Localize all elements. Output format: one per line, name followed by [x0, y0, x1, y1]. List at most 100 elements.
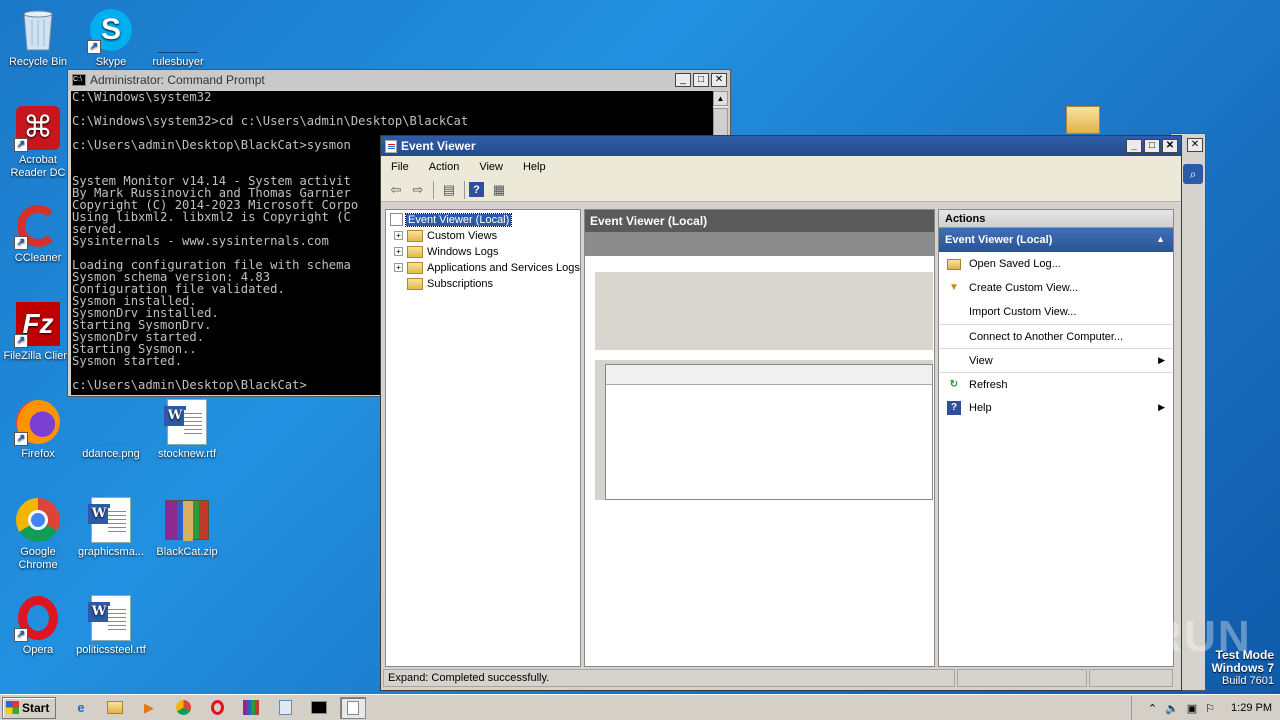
taskbar-notepad-icon[interactable] [272, 697, 298, 719]
taskbar-winrar-icon[interactable] [238, 697, 264, 719]
center-pane[interactable]: Event Viewer (Local) [584, 209, 935, 667]
action-create-custom-view[interactable]: ▼ Create Custom View... [939, 276, 1173, 300]
desktop-icon-label: stocknew.rtf [157, 448, 217, 460]
close-button[interactable]: ✕ [711, 73, 727, 87]
tree-item-custom-views[interactable]: + Custom Views [394, 228, 497, 243]
windows-logo-icon [6, 701, 19, 714]
scroll-up-icon[interactable]: ▲ [713, 91, 728, 106]
action-connect-another-computer[interactable]: Connect to Another Computer... [939, 324, 1173, 348]
taskbar-cmd-icon[interactable] [306, 697, 332, 719]
desktop-icon-rulesbuyer[interactable]: rulesbuyer [140, 6, 216, 69]
taskbar-ie-icon[interactable]: e [68, 697, 94, 719]
action-import-custom-view[interactable]: Import Custom View... [939, 300, 1173, 324]
tree-root[interactable]: Event Viewer (Local) [390, 212, 513, 227]
scroll-thumb[interactable] [713, 108, 728, 136]
desktop-icon-skype[interactable]: S ↗ Skype [73, 6, 149, 69]
help-icon[interactable]: ? [469, 182, 484, 197]
summary-list[interactable] [605, 364, 933, 500]
menu-view[interactable]: View [469, 161, 513, 173]
action-refresh[interactable]: ↻ Refresh [939, 372, 1173, 396]
tree-item-windows-logs[interactable]: + Windows Logs [394, 244, 499, 259]
ccleaner-icon: ↗ [14, 202, 62, 250]
show-hide-tree-icon[interactable]: ▤ [438, 180, 460, 200]
desktop-icon-blackcat-zip[interactable]: BlackCat.zip [149, 496, 225, 559]
shortcut-arrow-icon: ↗ [87, 40, 101, 54]
back-arrow-icon[interactable]: ⇦ [385, 180, 407, 200]
desktop-icon-acrobat[interactable]: ⌘ ↗ Acrobat Reader DC [0, 104, 76, 180]
close-button[interactable]: ✕ [1187, 138, 1203, 152]
desktop-icon-politicssteel[interactable]: W politicssteel.rtf [73, 594, 149, 657]
show-hide-action-pane-icon[interactable]: ▦ [488, 180, 510, 200]
desktop-icon-label: BlackCat.zip [156, 546, 218, 558]
shortcut-arrow-icon: ↗ [14, 628, 28, 642]
navigation-tree[interactable]: Event Viewer (Local) + Custom Views + Wi… [385, 209, 581, 667]
cmd-titlebar[interactable]: C:\ Administrator: Command Prompt _ □ ✕ [68, 70, 730, 90]
expand-icon[interactable]: + [394, 231, 403, 240]
ev-titlebar[interactable]: Event Viewer _ □ ✕ [381, 136, 1181, 156]
expand-icon[interactable]: + [394, 247, 403, 256]
close-button[interactable]: ✕ [1162, 139, 1178, 153]
minimize-button[interactable]: _ [1126, 139, 1142, 153]
action-center-flag-icon[interactable]: ⚐ [1205, 702, 1215, 715]
menu-help[interactable]: Help [513, 161, 556, 173]
overview-section [595, 272, 933, 350]
tray-expand-icon[interactable]: ⌃ [1148, 702, 1157, 715]
toolbar: ⇦ ⇨ ▤ ? ▦ [381, 178, 1181, 202]
actions-section-header[interactable]: Event Viewer (Local) ▲ [939, 228, 1173, 252]
clock[interactable]: 1:29 PM [1231, 702, 1272, 714]
taskbar-chrome-icon[interactable] [170, 697, 196, 719]
desktop-icon-chrome[interactable]: Google Chrome [0, 496, 76, 572]
word-document-icon: W [87, 594, 135, 642]
word-document-icon: W [87, 496, 135, 544]
filezilla-icon: Fz ↗ [14, 300, 62, 348]
taskbar-media-player-icon[interactable]: ▶ [136, 697, 162, 719]
shortcut-arrow-icon: ↗ [14, 432, 28, 446]
maximize-button[interactable]: □ [1144, 139, 1160, 153]
menu-file[interactable]: File [381, 161, 419, 173]
folder-icon[interactable] [1066, 106, 1100, 134]
refresh-icon: ↻ [949, 379, 959, 390]
desktop-icon-label: FileZilla Client [3, 350, 73, 362]
minimize-button[interactable]: _ [675, 73, 691, 87]
start-button[interactable]: Start [2, 696, 56, 719]
forward-arrow-icon[interactable]: ⇨ [407, 180, 429, 200]
search-icon[interactable]: ⌕ [1183, 164, 1203, 184]
desktop-icon-filezilla[interactable]: Fz ↗ FileZilla Client [0, 300, 76, 363]
action-help[interactable]: ? Help ▶ [939, 396, 1173, 420]
expand-icon[interactable]: + [394, 263, 403, 272]
desktop-icon-firefox[interactable]: ↗ Firefox [0, 398, 76, 461]
desktop-icon-label: rulesbuyer [152, 56, 204, 68]
maximize-button[interactable]: □ [693, 73, 709, 87]
taskbar-explorer-icon[interactable] [102, 697, 128, 719]
console-line: C:\Windows\system32 [72, 91, 212, 104]
action-view[interactable]: View ▶ [939, 348, 1173, 372]
tree-item-applications-services-logs[interactable]: + Applications and Services Logs [394, 260, 580, 275]
action-open-saved-log[interactable]: Open Saved Log... [939, 252, 1173, 276]
summary-section [595, 360, 933, 500]
taskbar-opera-icon[interactable] [204, 697, 230, 719]
winrar-archive-icon [163, 496, 211, 544]
start-label: Start [22, 700, 50, 715]
desktop-icon-label: Recycle Bin [8, 56, 68, 68]
desktop-icon-opera[interactable]: ↗ Opera [0, 594, 76, 657]
desktop-icon-graphicsma[interactable]: W graphicsma... [73, 496, 149, 559]
network-icon[interactable]: ▣ [1187, 702, 1197, 715]
folder-icon [407, 229, 423, 242]
volume-icon[interactable]: 🔈 [1165, 702, 1179, 715]
desktop-icon-ddance[interactable]: ddance.png [73, 398, 149, 461]
status-panel [957, 669, 1087, 687]
tree-item-subscriptions[interactable]: Subscriptions [407, 276, 493, 291]
desktop-icon-stocknew[interactable]: W stocknew.rtf [149, 398, 225, 461]
desktop-icon-ccleaner[interactable]: ↗ CCleaner [0, 202, 76, 265]
desktop-icon-label: Firefox [21, 448, 55, 460]
menu-action[interactable]: Action [419, 161, 470, 173]
actions-pane[interactable]: Actions Event Viewer (Local) ▲ Open Save… [938, 209, 1174, 667]
taskbar-event-viewer-icon[interactable] [340, 696, 366, 719]
desktop-icon-recycle-bin[interactable]: Recycle Bin [0, 6, 76, 69]
console-line: C:\Windows\system32>cd c:\Users\admin\De… [72, 114, 469, 128]
collapse-caret-icon[interactable]: ▲ [1156, 234, 1165, 244]
tree-item-label: Custom Views [427, 229, 498, 242]
event-viewer-window[interactable]: Event Viewer _ □ ✕ File Action View Help… [380, 135, 1182, 691]
tree-item-label: Windows Logs [427, 245, 499, 258]
action-label: Refresh [969, 378, 1008, 391]
